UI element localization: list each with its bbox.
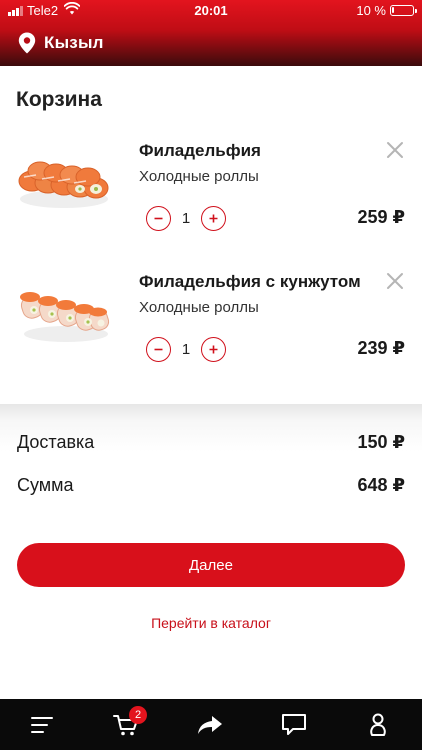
catalog-link[interactable]: Перейти в каталог bbox=[0, 615, 422, 631]
minus-icon bbox=[154, 348, 163, 350]
share-icon bbox=[198, 715, 222, 734]
plus-icon bbox=[209, 214, 218, 222]
decrease-button[interactable] bbox=[146, 205, 171, 231]
menu-icon bbox=[31, 716, 53, 733]
product-name: Филадельфия bbox=[139, 141, 261, 160]
cart-item: Филадельфия с кунжутом Холодные роллы 1 … bbox=[0, 262, 422, 387]
city-name: Кызыл bbox=[44, 33, 104, 52]
status-bar: Tele2 20:01 10 % bbox=[0, 0, 422, 22]
quantity-value: 1 bbox=[181, 209, 191, 227]
minus-icon bbox=[154, 217, 163, 219]
cart-item: Филадельфия Холодные роллы 1 259 ₽ bbox=[0, 131, 422, 256]
total-label: Сумма bbox=[17, 475, 74, 495]
delivery-row: Доставка 150 ₽ bbox=[17, 432, 405, 453]
increase-button[interactable] bbox=[201, 336, 226, 362]
next-button[interactable]: Далее bbox=[17, 543, 405, 587]
product-category: Холодные роллы bbox=[139, 299, 259, 316]
close-icon[interactable] bbox=[384, 139, 406, 161]
tab-menu[interactable] bbox=[12, 699, 72, 750]
location-pin-icon bbox=[18, 32, 36, 54]
delivery-value: 150 ₽ bbox=[357, 432, 405, 452]
product-price: 259 ₽ bbox=[357, 207, 405, 227]
product-price: 239 ₽ bbox=[357, 338, 405, 358]
tab-chat[interactable] bbox=[264, 699, 324, 750]
app-header: Tele2 20:01 10 % Кызыл bbox=[0, 0, 422, 66]
product-category: Холодные роллы bbox=[139, 168, 259, 185]
product-image bbox=[20, 292, 110, 342]
bottom-tab-bar: 2 bbox=[0, 699, 422, 750]
page-title: Корзина bbox=[16, 88, 102, 111]
chat-icon bbox=[282, 713, 306, 735]
battery-level bbox=[392, 7, 394, 13]
cart-badge: 2 bbox=[129, 706, 147, 724]
city-selector[interactable]: Кызыл bbox=[18, 30, 104, 56]
close-icon[interactable] bbox=[384, 270, 406, 292]
total-value: 648 ₽ bbox=[357, 475, 405, 495]
battery-percent: 10 % bbox=[356, 3, 386, 18]
quantity-stepper: 1 bbox=[146, 205, 226, 231]
delivery-label: Доставка bbox=[17, 432, 95, 452]
tab-profile[interactable] bbox=[348, 699, 408, 750]
plus-icon bbox=[209, 345, 218, 353]
tab-cart[interactable]: 2 bbox=[96, 699, 156, 750]
battery-icon bbox=[390, 5, 417, 16]
quantity-stepper: 1 bbox=[146, 336, 226, 362]
product-image bbox=[18, 161, 109, 208]
total-row: Сумма 648 ₽ bbox=[17, 475, 405, 496]
increase-button[interactable] bbox=[201, 205, 226, 231]
profile-icon bbox=[370, 713, 386, 736]
decrease-button[interactable] bbox=[146, 336, 171, 362]
quantity-value: 1 bbox=[181, 340, 191, 358]
tab-share[interactable] bbox=[180, 699, 240, 750]
product-name: Филадельфия с кунжутом bbox=[139, 272, 361, 291]
